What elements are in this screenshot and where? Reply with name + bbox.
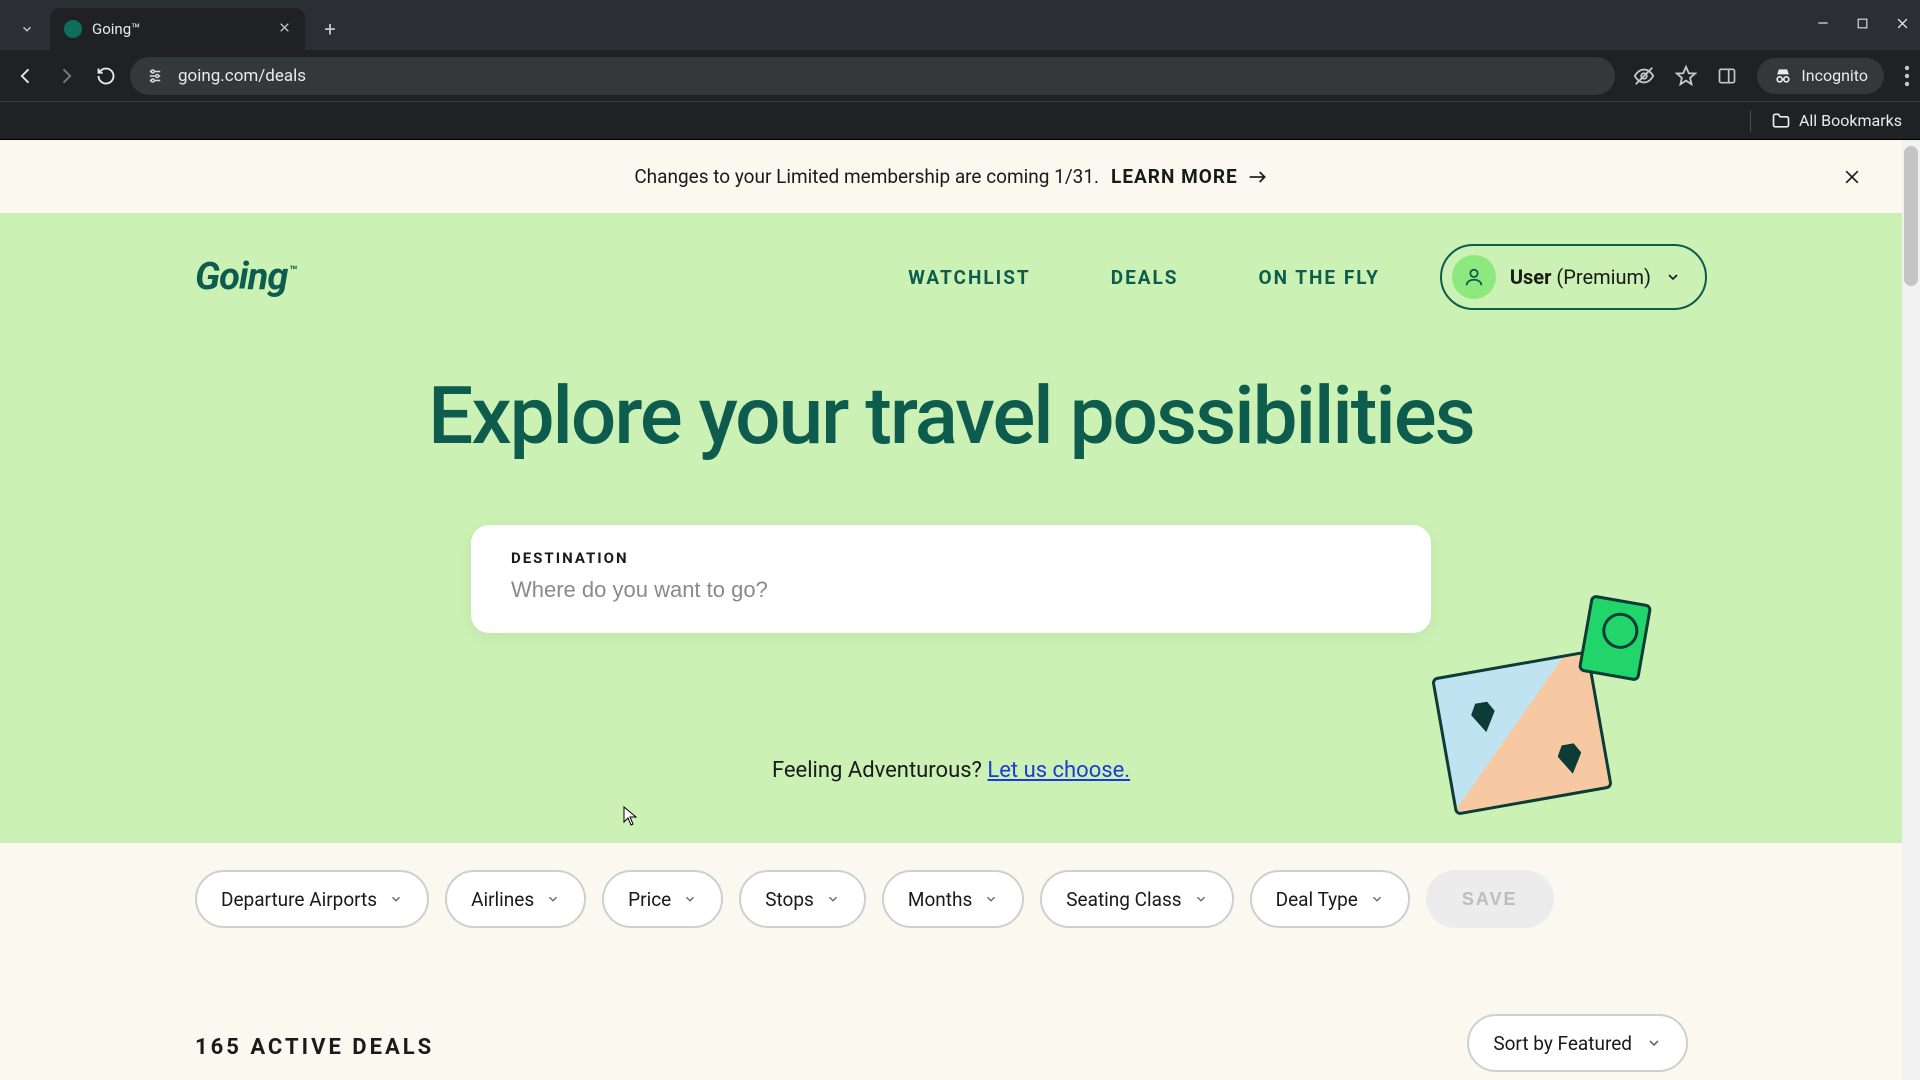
page-title: Explore your travel possibilities	[0, 369, 1902, 463]
save-button[interactable]: SAVE	[1426, 870, 1554, 928]
page-content: Changes to your Limited membership are c…	[0, 140, 1902, 1080]
favicon-icon	[64, 20, 82, 38]
all-bookmarks-label: All Bookmarks	[1799, 111, 1902, 130]
scrollbar[interactable]	[1902, 140, 1920, 1080]
eye-off-icon[interactable]	[1633, 65, 1655, 87]
user-label: User (Premium)	[1510, 265, 1651, 289]
chevron-down-icon	[1370, 892, 1384, 906]
address-bar[interactable]: going.com/deals	[130, 57, 1615, 95]
banner-text: Changes to your Limited membership are c…	[634, 165, 1099, 188]
chevron-down-icon	[826, 892, 840, 906]
user-menu[interactable]: User (Premium)	[1440, 244, 1707, 310]
bookmarks-bar: All Bookmarks	[0, 102, 1920, 140]
browser-tab[interactable]: Going™	[50, 8, 305, 50]
bookmark-star-icon[interactable]	[1675, 65, 1697, 87]
reload-button[interactable]	[90, 60, 122, 92]
logo-tm: ™	[289, 264, 296, 279]
chevron-down-icon	[683, 892, 697, 906]
hero-section: Going™ WATCHLIST DEALS ON THE FLY User (…	[0, 213, 1902, 843]
adventurous-prompt: Feeling Adventurous? Let us choose.	[760, 752, 1142, 789]
avatar	[1452, 255, 1496, 299]
search-label: DESTINATION	[511, 549, 1391, 567]
destination-search[interactable]: DESTINATION	[471, 525, 1431, 633]
scrollbar-thumb[interactable]	[1904, 146, 1918, 286]
sort-label: Sort by Featured	[1493, 1032, 1632, 1055]
forward-button[interactable]	[50, 60, 82, 92]
tab-strip: Going™ +	[0, 0, 1920, 50]
site-logo[interactable]: Going™	[195, 255, 297, 299]
filter-seating-class[interactable]: Seating Class	[1040, 870, 1233, 928]
tab-search-button[interactable]	[10, 12, 44, 46]
close-tab-button[interactable]	[278, 20, 291, 38]
filter-airlines[interactable]: Airlines	[445, 870, 586, 928]
chevron-down-icon	[389, 892, 403, 906]
nav-deals[interactable]: DEALS	[1111, 266, 1179, 289]
chevron-down-icon	[20, 22, 34, 36]
filter-price[interactable]: Price	[602, 870, 723, 928]
hero-illustration	[1442, 603, 1642, 803]
nav-links: WATCHLIST DEALS ON THE FLY	[908, 266, 1380, 289]
page-viewport: Changes to your Limited membership are c…	[0, 140, 1920, 1080]
active-deals-count: 165 ACTIVE DEALS	[195, 1035, 434, 1060]
url-text: going.com/deals	[178, 66, 306, 86]
site-settings-icon[interactable]	[146, 67, 164, 85]
chevron-down-icon	[984, 892, 998, 906]
banner-cta: LEARN MORE	[1111, 165, 1238, 188]
chrome-menu-button[interactable]	[1904, 65, 1910, 87]
sort-dropdown[interactable]: Sort by Featured	[1467, 1014, 1688, 1072]
map-icon	[1431, 650, 1613, 816]
back-button[interactable]	[10, 60, 42, 92]
nav-watchlist[interactable]: WATCHLIST	[908, 266, 1031, 289]
folder-icon	[1771, 111, 1791, 131]
maximize-button[interactable]	[1856, 16, 1869, 34]
nav-on-the-fly[interactable]: ON THE FLY	[1259, 266, 1380, 289]
logo-text: Going	[195, 255, 287, 299]
window-controls	[1816, 0, 1910, 50]
incognito-indicator[interactable]: Incognito	[1757, 58, 1884, 94]
chevron-down-icon	[1665, 269, 1681, 285]
separator	[1750, 110, 1751, 132]
filter-stops[interactable]: Stops	[739, 870, 866, 928]
minimize-button[interactable]	[1816, 16, 1830, 34]
banner-learn-more[interactable]: LEARN MORE	[1111, 165, 1268, 188]
all-bookmarks-button[interactable]: All Bookmarks	[1771, 111, 1902, 131]
let-us-choose-link[interactable]: Let us choose.	[987, 758, 1130, 783]
close-window-button[interactable]	[1895, 16, 1910, 35]
passport-icon	[1578, 594, 1653, 682]
filter-row: Departure Airports Airlines Price Stops …	[195, 870, 1554, 928]
destination-input[interactable]	[511, 577, 1391, 603]
chevron-down-icon	[1646, 1035, 1662, 1051]
toolbar-right: Incognito	[1633, 58, 1910, 94]
incognito-label: Incognito	[1801, 66, 1868, 85]
new-tab-button[interactable]: +	[313, 12, 347, 46]
filter-departure-airports[interactable]: Departure Airports	[195, 870, 429, 928]
chevron-down-icon	[1194, 892, 1208, 906]
site-nav: Going™ WATCHLIST DEALS ON THE FLY User (…	[0, 213, 1902, 341]
toolbar: going.com/deals Incognito	[0, 50, 1920, 102]
promo-banner: Changes to your Limited membership are c…	[0, 140, 1902, 213]
filter-deal-type[interactable]: Deal Type	[1250, 870, 1410, 928]
chevron-down-icon	[546, 892, 560, 906]
tab-title: Going™	[92, 20, 268, 38]
banner-close-button[interactable]	[1838, 163, 1866, 191]
side-panel-icon[interactable]	[1717, 66, 1737, 86]
arrow-right-icon	[1248, 170, 1268, 184]
filter-months[interactable]: Months	[882, 870, 1024, 928]
incognito-icon	[1773, 66, 1793, 86]
adventurous-text: Feeling Adventurous?	[772, 758, 987, 783]
